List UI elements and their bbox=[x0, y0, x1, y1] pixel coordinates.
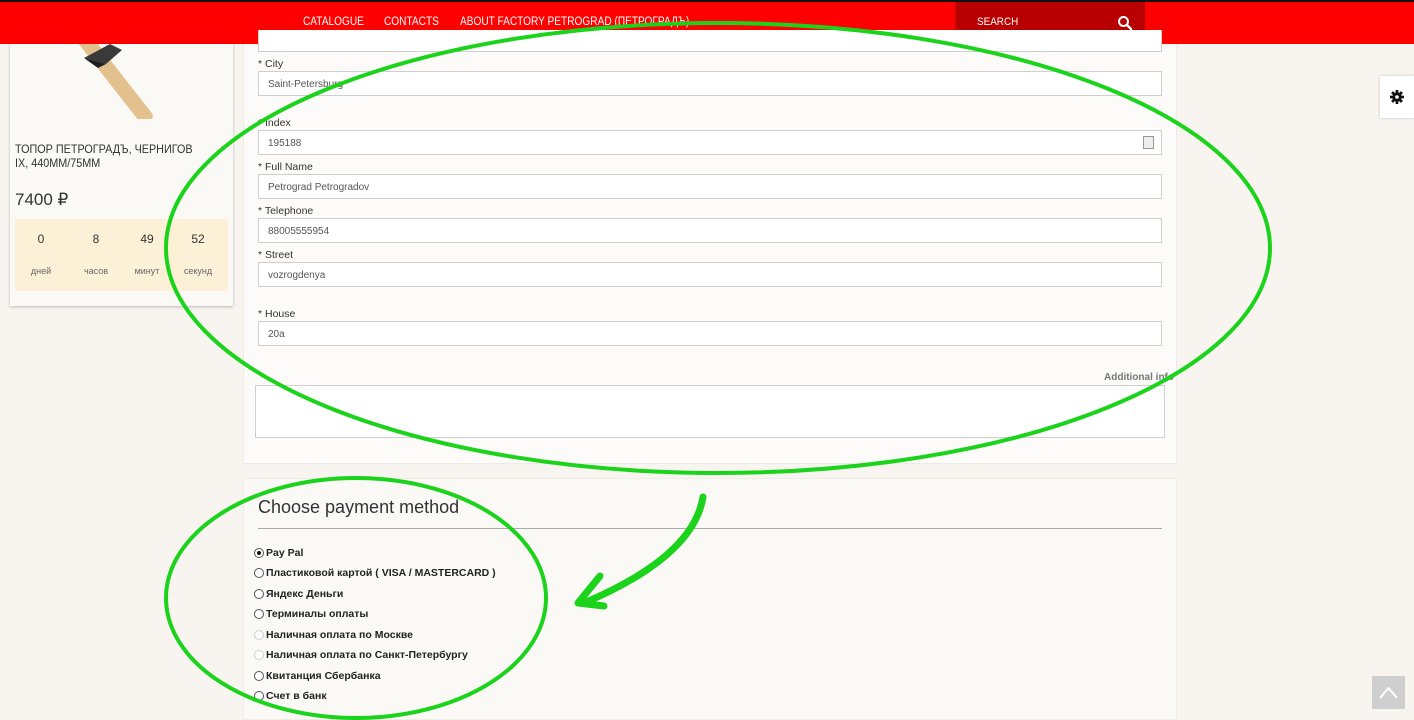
index-field-value: 195188 bbox=[268, 138, 302, 149]
house-field[interactable]: 20a bbox=[258, 321, 1162, 346]
city-field[interactable]: Saint-Petersburg bbox=[258, 71, 1162, 96]
payment-option-label: Наличная оплата по Москве bbox=[266, 629, 413, 641]
additional-info-textarea[interactable] bbox=[255, 385, 1165, 438]
settings-button[interactable] bbox=[1380, 76, 1414, 118]
radio-button bbox=[254, 650, 264, 660]
timer-days-label: дней bbox=[30, 266, 52, 276]
timer-days: 0 дней bbox=[15, 219, 67, 276]
city-label: * City bbox=[258, 58, 284, 70]
street-field[interactable]: vozrogdenya bbox=[258, 262, 1162, 287]
street-label: * Street bbox=[258, 249, 294, 261]
radio-button[interactable] bbox=[254, 548, 264, 558]
timer-minutes: 49 минут bbox=[121, 219, 173, 276]
nav-item-about-factory[interactable]: ABOUT FACTORY PETROGRAD (ПЕТРОГРАДЪ) bbox=[460, 16, 689, 28]
timer-hours-value: 8 bbox=[92, 232, 100, 246]
search-icon[interactable] bbox=[1117, 15, 1133, 31]
radio-button[interactable] bbox=[254, 568, 264, 578]
scroll-top-button[interactable] bbox=[1372, 676, 1405, 709]
payment-option-label: Pay Pal bbox=[266, 547, 304, 559]
radio-button[interactable] bbox=[254, 589, 264, 599]
index-stepper-icon[interactable] bbox=[1143, 136, 1154, 149]
product-price: 7400 ₽ bbox=[15, 190, 69, 209]
payment-option-label: Пластиковой картой ( VISA / MASTERCARD ) bbox=[266, 567, 496, 579]
axe-product-image[interactable] bbox=[70, 44, 210, 119]
search-label: SEARCH bbox=[977, 16, 1019, 28]
payment-option-label: Наличная оплата по Санкт-Петербургу bbox=[266, 649, 468, 661]
telephone-field[interactable]: 88005555954 bbox=[258, 218, 1162, 243]
radio-button[interactable] bbox=[254, 671, 264, 681]
timer-hours: 8 часов bbox=[70, 219, 122, 276]
payment-divider bbox=[258, 528, 1162, 529]
payment-option-label: Яндекс Деньги bbox=[266, 588, 344, 600]
timer-seconds-value: 52 bbox=[191, 232, 205, 246]
additional-info-label: Additional info bbox=[1104, 372, 1174, 383]
full-name-label: * Full Name bbox=[258, 161, 313, 173]
payment-option-label: Терминалы оплаты bbox=[266, 608, 369, 620]
radio-button[interactable] bbox=[254, 691, 264, 701]
payment-title: Choose payment method bbox=[258, 497, 460, 517]
payment-option-label: Квитанция Сбербанка bbox=[266, 670, 381, 682]
house-label: * House bbox=[258, 308, 296, 320]
countdown-timer: 0 дней 8 часов 49 минут 52 секунд bbox=[15, 219, 228, 291]
timer-days-value: 0 bbox=[37, 232, 45, 246]
payment-option-label: Счет в банк bbox=[266, 690, 327, 702]
timer-minutes-label: минут bbox=[134, 266, 160, 276]
nav-item-contacts[interactable]: CONTACTS bbox=[384, 16, 439, 28]
timer-seconds: 52 секунд bbox=[172, 219, 224, 276]
timer-hours-label: часов bbox=[83, 266, 109, 276]
nav-item-catalogue[interactable]: CATALOGUE bbox=[303, 16, 364, 28]
index-field[interactable]: 195188 bbox=[258, 130, 1162, 155]
full-name-field[interactable]: Petrograd Petrogradov bbox=[258, 174, 1162, 199]
partial-field-input[interactable] bbox=[258, 30, 1162, 52]
telephone-label: * Telephone bbox=[258, 205, 314, 217]
radio-button bbox=[254, 630, 264, 640]
timer-minutes-value: 49 bbox=[140, 232, 154, 246]
index-label: * Index bbox=[258, 117, 291, 129]
product-card[interactable]: ТОПОР ПЕТРОГРАДЪ, ЧЕРНИГОВ IX, 440ММ/75М… bbox=[10, 44, 233, 306]
timer-seconds-label: секунд bbox=[183, 266, 213, 276]
radio-button[interactable] bbox=[254, 609, 264, 619]
product-title[interactable]: ТОПОР ПЕТРОГРАДЪ, ЧЕРНИГОВ IX, 440ММ/75М… bbox=[15, 142, 195, 170]
gear-icon bbox=[1390, 90, 1404, 104]
chevron-up-icon bbox=[1379, 686, 1398, 699]
